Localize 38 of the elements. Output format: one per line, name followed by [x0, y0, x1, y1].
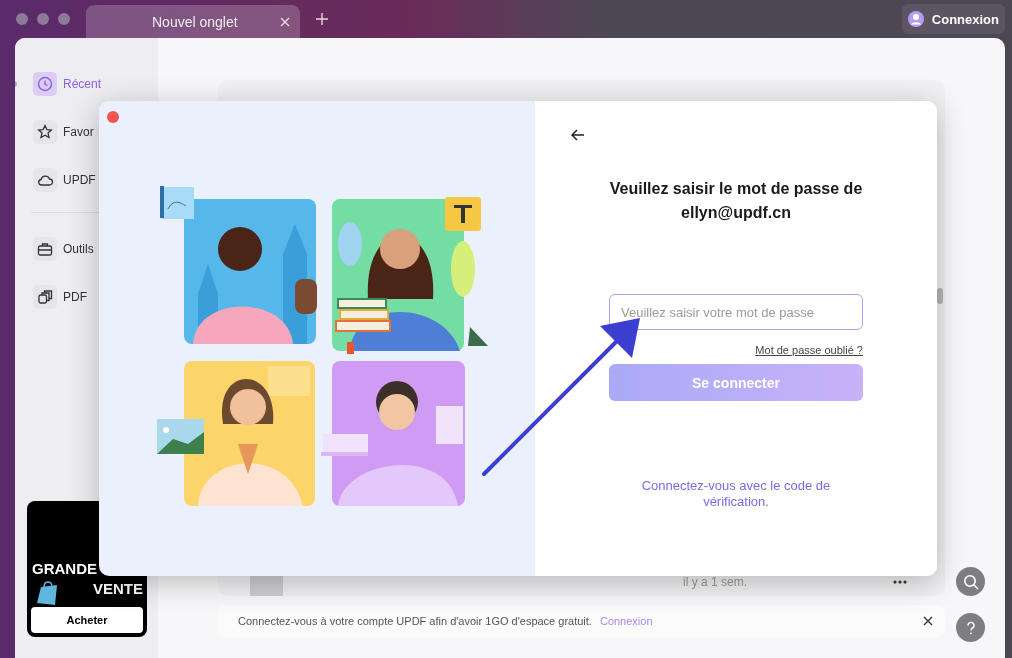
- clock-icon: [36, 75, 54, 93]
- close-icon: [280, 16, 290, 27]
- promo-title: VENTE: [93, 579, 143, 599]
- close-button[interactable]: [107, 111, 119, 123]
- sidebar-item[interactable]: Outils: [15, 237, 158, 261]
- copy-icon: [36, 288, 54, 306]
- dialog-title: Veuillez saisir le mot de passe de ellyn@updf.cn: [608, 179, 864, 223]
- back-arrow-icon: [571, 129, 585, 141]
- plus-icon: [316, 13, 328, 25]
- scrollbar-thumb[interactable]: [937, 288, 943, 304]
- toolbox-icon: [36, 240, 54, 258]
- window-control[interactable]: [58, 13, 70, 25]
- sidebar-item[interactable]: Favor: [15, 120, 158, 144]
- notice-text: Connectez-vous à votre compte UPDF afin d'avoir 1GO d'espace gratuit.: [238, 615, 592, 627]
- login-button[interactable]: Connexion: [901, 4, 1005, 34]
- shopping-bag-icon: [35, 579, 59, 607]
- window-control[interactable]: [37, 13, 49, 25]
- buy-button[interactable]: Acheter: [31, 607, 143, 633]
- verification-code-link[interactable]: Connectez-vous avec le code de vérification.: [626, 478, 846, 510]
- file-date: il y a 1 sem.: [682, 575, 747, 589]
- search-icon: [962, 573, 979, 590]
- avatar-icon: [907, 11, 924, 27]
- close-icon: [923, 616, 933, 626]
- forgot-password-link[interactable]: Mot de passe oublié ?: [755, 344, 863, 356]
- tab-label: Nouvel onglet: [152, 13, 238, 30]
- more-icon: [893, 580, 907, 584]
- help-button[interactable]: [956, 613, 985, 642]
- search-button[interactable]: [956, 567, 985, 596]
- window-control[interactable]: [16, 13, 28, 25]
- back-button[interactable]: [569, 127, 587, 143]
- sidebar-item[interactable]: PDF: [15, 285, 158, 309]
- promo-title: GRANDE: [31, 559, 98, 579]
- password-field[interactable]: Veuillez saisir votre mot de passe: [609, 294, 863, 330]
- question-icon: [965, 620, 976, 635]
- star-icon: [36, 123, 54, 141]
- sidebar-item[interactable]: Récent: [15, 72, 158, 96]
- sidebar-item[interactable]: UPDF: [15, 168, 158, 192]
- browser-tab[interactable]: Nouvel onglet: [86, 5, 300, 38]
